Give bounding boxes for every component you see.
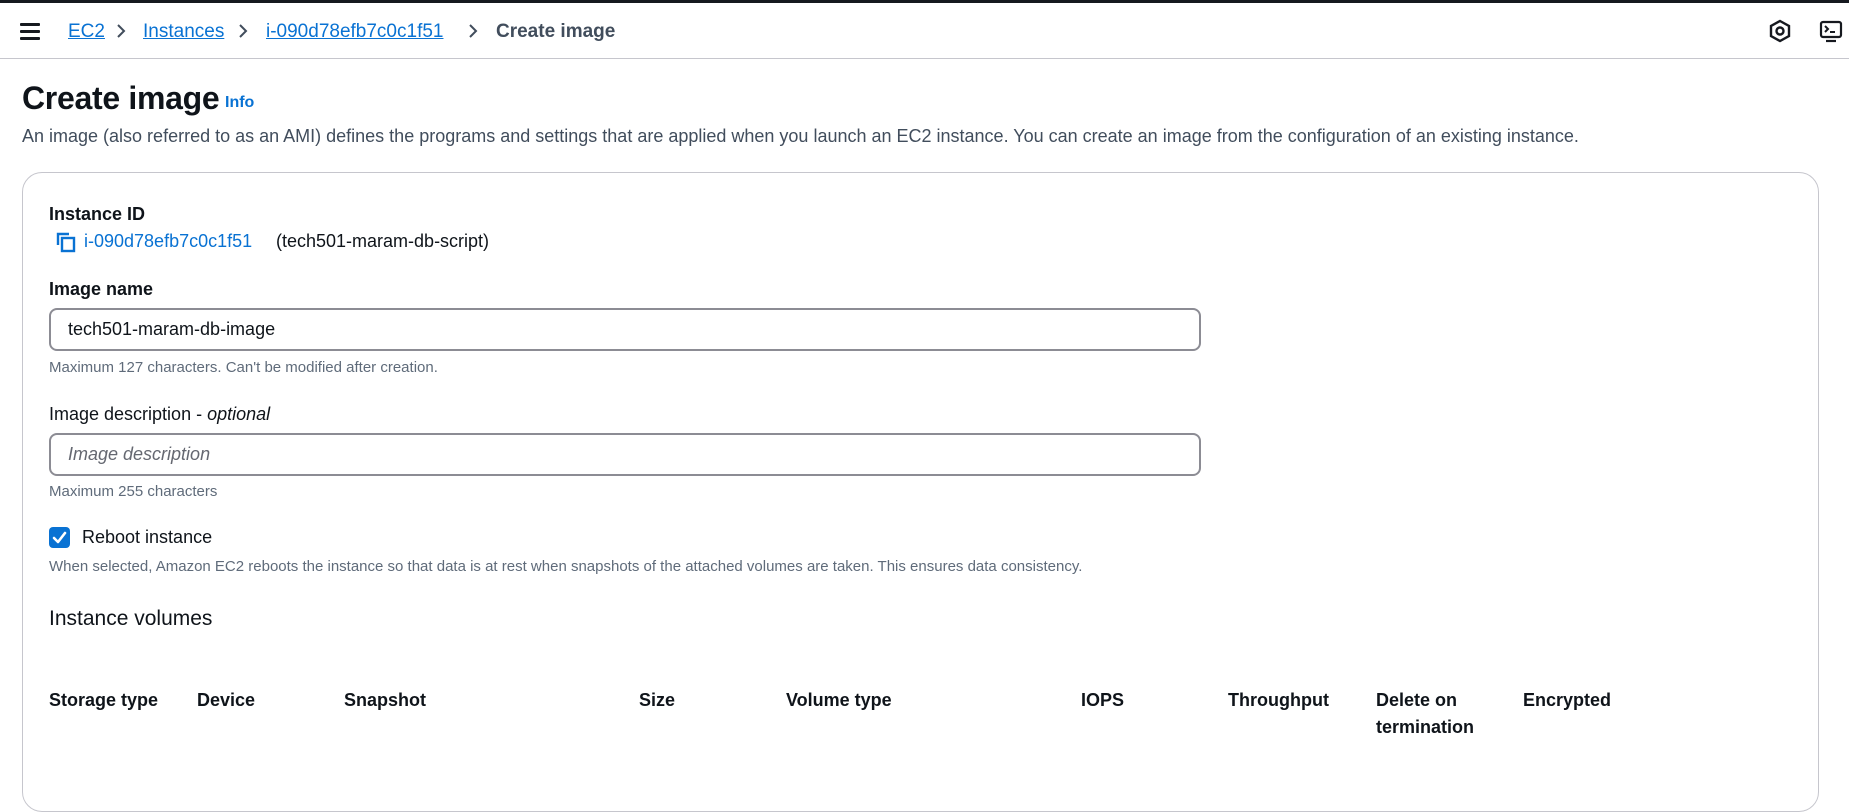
reboot-instance-label[interactable]: Reboot instance [82, 527, 212, 548]
column-throughput: Throughput [1228, 690, 1329, 710]
image-name-label: Image name [49, 279, 154, 299]
cloudshell-icon[interactable] [1817, 17, 1845, 45]
breadcrumb-instance-id[interactable]: i-090d78efb7c0c1f51 [266, 21, 443, 43]
top-navigation: EC2 Instances i-090d78efb7c0c1f51 Create… [0, 3, 1849, 59]
page-title: Create image [22, 80, 220, 116]
info-link[interactable]: Info [225, 94, 254, 112]
instance-id-label: Instance ID [49, 204, 146, 224]
copy-icon[interactable] [54, 230, 78, 254]
column-snapshot: Snapshot [344, 690, 427, 710]
image-name-input[interactable] [49, 308, 1201, 351]
checkmark-icon [52, 531, 67, 544]
column-iops: IOPS [1081, 690, 1125, 710]
reboot-instance-checkbox[interactable] [49, 527, 70, 548]
chevron-right-icon [117, 24, 126, 38]
image-name-hint: Maximum 127 characters. Can't be modifie… [49, 359, 438, 376]
reboot-instance-hint: When selected, Amazon EC2 reboots the in… [49, 558, 1083, 575]
column-delete-on-termination: Delete on termination [1376, 690, 1475, 737]
breadcrumb-ec2[interactable]: EC2 [68, 21, 105, 43]
image-description-hint: Maximum 255 characters [49, 483, 218, 500]
instance-name: (tech501-maram-db-script) [276, 231, 490, 251]
column-storage-type: Storage type [49, 690, 159, 710]
column-size: Size [639, 690, 676, 710]
instance-id-link[interactable]: i-090d78efb7c0c1f51 [84, 231, 252, 252]
column-encrypted: Encrypted [1523, 690, 1612, 710]
chevron-right-icon [469, 24, 478, 38]
chevron-right-icon [239, 24, 248, 38]
menu-icon[interactable] [20, 23, 40, 40]
settings-hexagon-icon[interactable] [1766, 17, 1794, 45]
image-description-input[interactable] [49, 433, 1201, 476]
breadcrumb-current: Create image [496, 21, 616, 42]
optional-label: optional [207, 404, 271, 424]
image-description-label: Image description - optional [49, 404, 270, 425]
image-description-label-text: Image description - [49, 404, 208, 424]
breadcrumb-instances[interactable]: Instances [143, 21, 224, 43]
column-device: Device [197, 690, 256, 710]
create-image-panel [22, 172, 1819, 812]
page-description: An image (also referred to as an AMI) de… [22, 126, 1579, 146]
column-volume-type: Volume type [786, 690, 892, 710]
instance-volumes-title: Instance volumes [49, 607, 213, 630]
